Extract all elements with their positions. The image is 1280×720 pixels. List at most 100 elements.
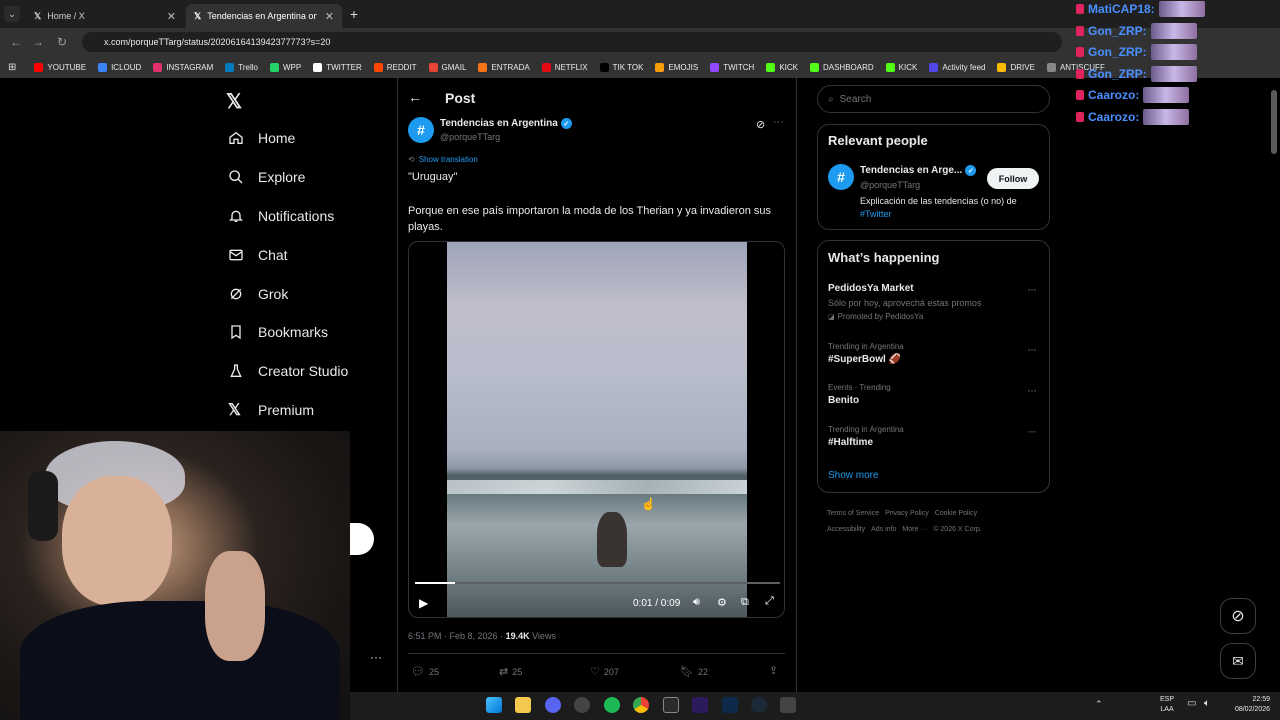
trend-more-icon[interactable]: ··· (1027, 342, 1037, 356)
bookmark-button[interactable]: 🔖︎ 22 (680, 665, 708, 678)
x-logo-icon[interactable]: 𝕏 (226, 89, 242, 114)
like-button[interactable]: ♡ 207 (590, 665, 619, 678)
trend-item[interactable]: Trending in Argentina #Halftime (828, 425, 904, 448)
obs-icon[interactable] (574, 697, 590, 713)
trend-item[interactable]: Trending in Argentina #SuperBowl 🏈 (828, 342, 904, 365)
close-icon[interactable]: ✕ (325, 10, 334, 23)
settings-icon[interactable]: ⚙ (717, 596, 727, 609)
author-avatar[interactable]: # (408, 117, 434, 143)
new-tab-button[interactable]: + (346, 6, 362, 22)
tray-clock[interactable]: 22:59 08/02/2026 (1224, 695, 1270, 715)
reply-button[interactable]: 💬︎ 25 (411, 665, 439, 678)
windows-start-icon[interactable] (486, 697, 502, 713)
bookmark-item[interactable]: YOUTUBE (28, 62, 92, 72)
trend-more-icon[interactable]: ··· (1027, 282, 1037, 296)
photoshop-icon[interactable] (722, 697, 738, 713)
nav-notifications[interactable]: Notifications (228, 204, 334, 228)
premiere-icon[interactable] (692, 697, 708, 713)
steam-icon[interactable] (751, 697, 767, 713)
discord-icon[interactable] (545, 697, 561, 713)
nav-bookmarks[interactable]: Bookmarks (228, 320, 328, 344)
tray-chevron-icon[interactable]: ⌃ (1095, 699, 1103, 710)
scrollbar[interactable] (1271, 90, 1277, 154)
more-icon[interactable]: ··· (370, 650, 382, 664)
volume-tray-icon[interactable]: 🔈︎ (1204, 698, 1210, 709)
grok-icon[interactable]: ⊘ (756, 118, 765, 131)
video-progress-track[interactable] (415, 582, 780, 584)
show-translation-link[interactable]: ⟲ Show translation (408, 155, 478, 164)
trend-more-icon[interactable]: ··· (1027, 424, 1037, 438)
network-icon[interactable]: ▭ (1187, 698, 1196, 709)
footer-link[interactable]: Terms of Service (827, 510, 879, 517)
bookmark-item[interactable]: DRIVE (991, 62, 1040, 72)
app-icon[interactable] (780, 697, 796, 713)
tab-search-button[interactable]: ⌄ (4, 6, 20, 22)
url-field[interactable]: x.com/porqueTTarg/status/202061641394237… (82, 32, 1062, 52)
trend-item[interactable]: Events · Trending Benito (828, 383, 891, 406)
more-icon[interactable]: ··· (773, 116, 784, 128)
follow-button[interactable]: Follow (987, 168, 1039, 189)
play-icon[interactable]: ▶ (419, 596, 428, 610)
author-name[interactable]: Tendencias en Argentina ✓ (440, 118, 572, 129)
tab-post[interactable]: 𝕏 Tendencias en Argentina on X ✕ (186, 4, 342, 28)
trend-item[interactable]: PedidosYa Market Sólo por hoy, aprovechá… (828, 283, 1040, 321)
bookmark-item[interactable]: INSTAGRAM (147, 62, 219, 72)
bookmark-item[interactable]: GMAIL (423, 62, 473, 72)
nav-premium[interactable]: 𝕏 Premium (228, 398, 314, 422)
nav-explore[interactable]: Explore (228, 165, 305, 189)
tab-home[interactable]: 𝕏 Home / X ✕ (26, 4, 184, 28)
fullscreen-icon[interactable]: ⤢ (765, 595, 774, 608)
footer-link[interactable]: © 2026 X Corp. (933, 526, 981, 533)
bookmark-item[interactable]: TWITCH (704, 62, 760, 72)
bookmark-item[interactable]: REDDIT (368, 62, 423, 72)
person-name[interactable]: Tendencias en Arge... ✓ (860, 165, 977, 176)
reload-icon[interactable]: ↻ (54, 34, 70, 50)
apps-icon[interactable]: ⊞ (8, 62, 16, 73)
bookmark-item[interactable]: WPP (264, 62, 307, 72)
volume-icon[interactable]: 🔊︎ (693, 596, 700, 609)
share-icon[interactable]: ⇪ (769, 664, 778, 677)
person-bio-hashtag[interactable]: #Twitter (860, 209, 892, 219)
repost-button[interactable]: ⇄ 25 (499, 665, 522, 678)
post-timestamp[interactable]: 6:51 PM · Feb 8, 2026 · (408, 631, 506, 641)
bookmark-item[interactable]: EMOJIS (649, 62, 704, 72)
search-box[interactable]: ⌕ (817, 85, 1050, 113)
footer-link[interactable]: Accessibility (827, 526, 865, 533)
footer-link[interactable]: Privacy Policy (885, 510, 929, 517)
bookmark-item[interactable]: TIK TOK (594, 62, 650, 72)
file-explorer-icon[interactable] (515, 697, 531, 713)
streamdeck-icon[interactable] (663, 697, 679, 713)
bookmark-item[interactable]: KICK (880, 62, 924, 72)
messages-float-button[interactable]: ✉ (1220, 643, 1256, 679)
forward-icon[interactable]: → (30, 34, 46, 50)
pip-icon[interactable]: ⧉ (741, 596, 749, 609)
person-avatar[interactable]: # (828, 164, 854, 190)
back-arrow-icon[interactable]: ← (408, 89, 422, 105)
back-icon[interactable]: ← (8, 34, 24, 50)
bookmark-item[interactable]: NETFLIX (536, 62, 594, 72)
bookmark-item[interactable]: TWITTER (307, 62, 368, 72)
video-player[interactable]: ▶ 0:01 / 0:09 🔊︎ ⚙ ⧉ ⤢ (408, 241, 785, 618)
grok-float-button[interactable]: ⊘ (1220, 598, 1256, 634)
show-more-link[interactable]: Show more (828, 470, 879, 481)
nav-grok[interactable]: Grok (228, 282, 288, 306)
author-handle[interactable]: @porqueTTarg (440, 132, 500, 142)
nav-creator-studio[interactable]: Creator Studio (228, 359, 348, 383)
person-handle[interactable]: @porqueTTarg (860, 180, 920, 190)
bookmark-item[interactable]: Trello (219, 62, 264, 72)
chrome-icon[interactable] (633, 697, 649, 713)
tray-lang[interactable]: ESP LAA (1160, 695, 1174, 715)
bookmark-item[interactable]: ENTRADA (472, 62, 535, 72)
nav-chat[interactable]: Chat (228, 243, 288, 267)
footer-link[interactable]: Cookie Policy (935, 510, 977, 517)
footer-link[interactable]: Ads info (871, 526, 896, 533)
bookmark-item[interactable]: KICK (760, 62, 804, 72)
bookmark-item[interactable]: ICLOUD (92, 62, 147, 72)
bookmark-item[interactable]: Activity feed (923, 62, 991, 72)
spotify-icon[interactable] (604, 697, 620, 713)
nav-home[interactable]: Home (228, 126, 295, 150)
close-icon[interactable]: ✕ (167, 10, 176, 23)
search-input[interactable] (839, 93, 1030, 105)
footer-link[interactable]: More ··· (902, 526, 927, 533)
bookmark-item[interactable]: DASHBOARD (804, 62, 880, 72)
